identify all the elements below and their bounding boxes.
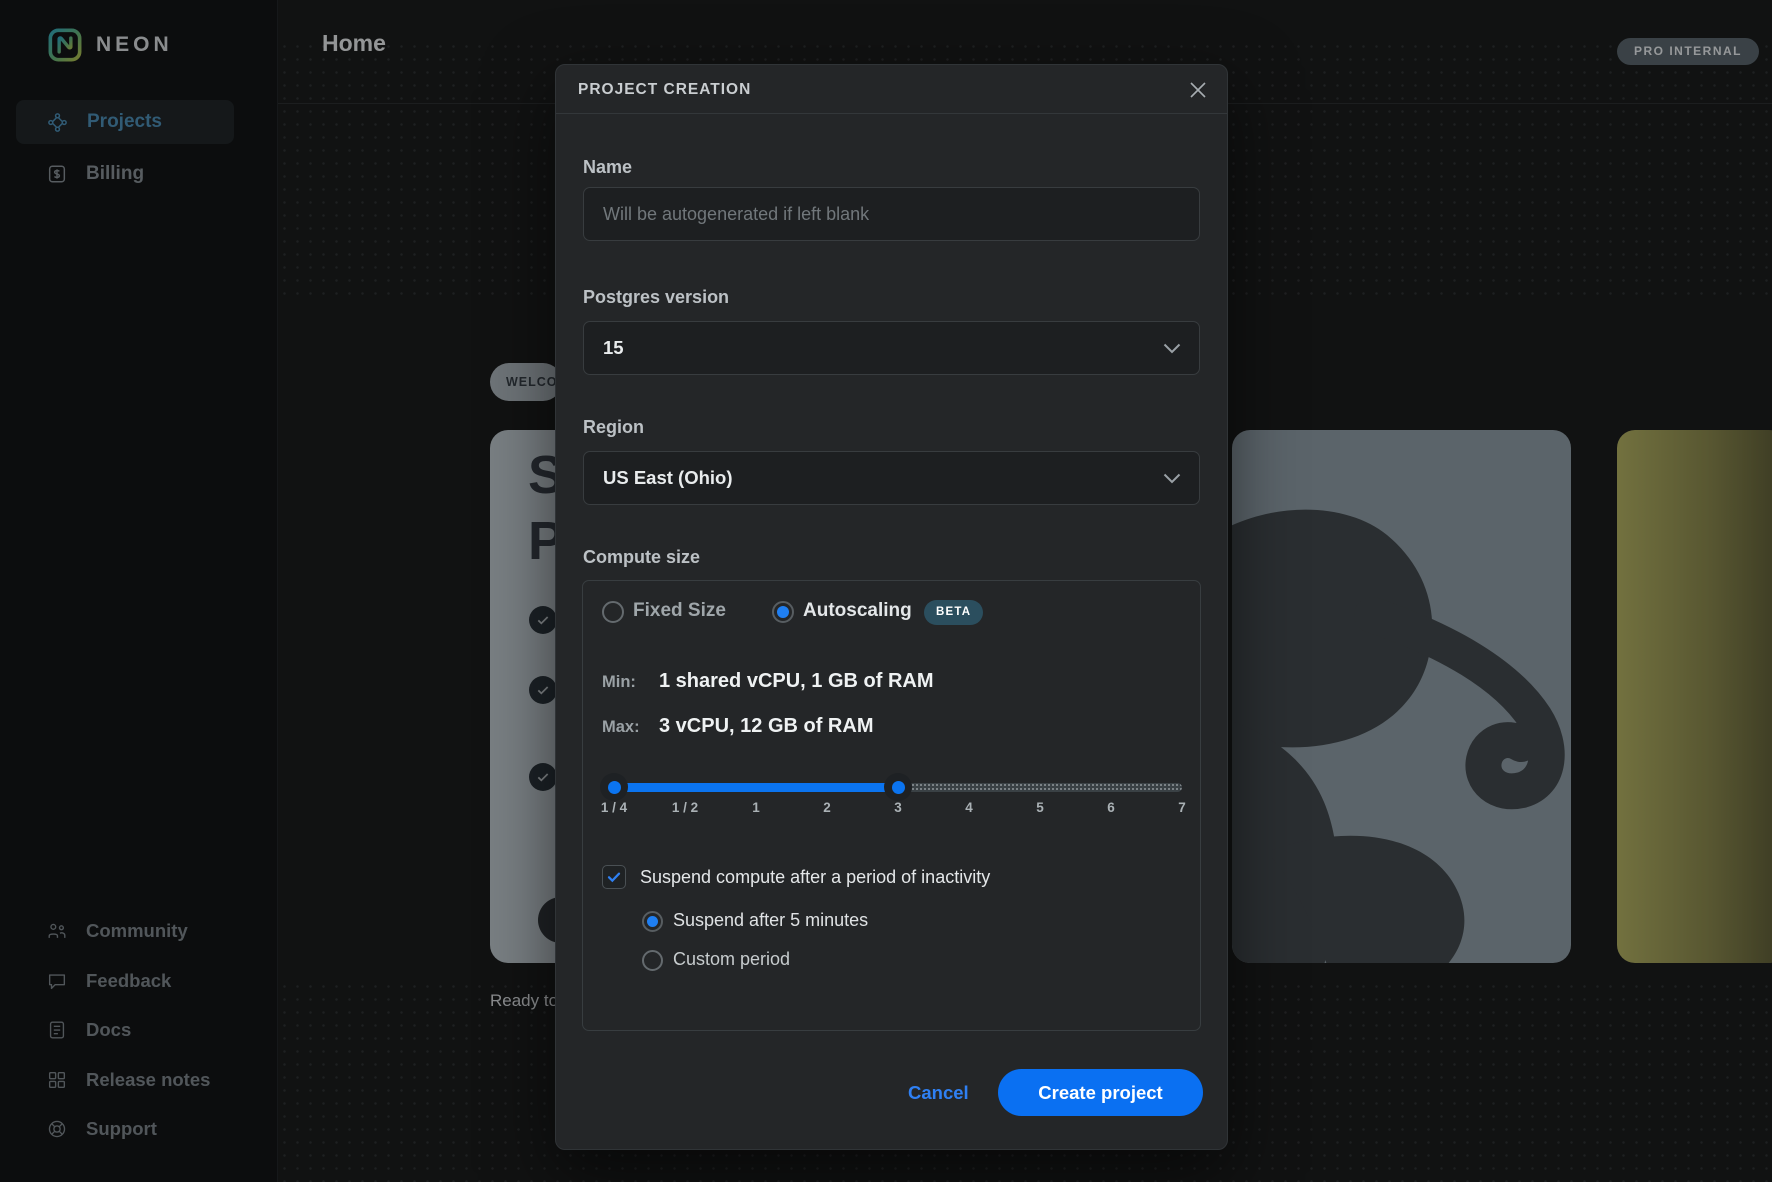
compute-slider-fill [614,783,899,792]
cancel-button[interactable]: Cancel [908,1069,969,1116]
close-icon[interactable] [1185,77,1211,103]
fixed-size-radio[interactable] [602,601,624,623]
suspend-5min-label: Suspend after 5 minutes [673,910,868,931]
autoscaling-radio[interactable] [772,601,794,623]
custom-period-radio[interactable] [642,950,663,971]
slider-handle-max[interactable] [884,773,912,801]
region-value: US East (Ohio) [603,452,733,504]
slider-tick: 1 / 4 [601,800,627,815]
min-label: Min: [602,673,636,692]
compute-size-panel: Fixed Size Autoscaling BETA Min: 1 share… [582,580,1201,1031]
slider-tick: 2 [823,800,831,815]
create-project-button[interactable]: Create project [998,1069,1203,1116]
slider-handle-min[interactable] [600,773,628,801]
autoscaling-label: Autoscaling [803,600,912,622]
slider-tick: 1 / 2 [672,800,698,815]
min-value: 1 shared vCPU, 1 GB of RAM [659,670,934,693]
project-creation-modal: PROJECT CREATION Name Postgres version 1… [555,64,1228,1150]
slider-tick: 7 [1178,800,1186,815]
max-label: Max: [602,718,640,737]
region-label: Region [583,417,644,438]
postgres-version-select[interactable]: 15 [583,321,1200,375]
slider-tick: 6 [1107,800,1115,815]
custom-period-label: Custom period [673,949,790,970]
suspend-checkbox-label: Suspend compute after a period of inacti… [640,867,990,888]
project-name-input[interactable] [583,187,1200,241]
modal-header: PROJECT CREATION [556,65,1227,114]
suspend-checkbox[interactable] [602,865,626,889]
slider-tick: 1 [752,800,760,815]
suspend-5min-radio[interactable] [642,911,663,932]
slider-tick: 3 [894,800,902,815]
postgres-version-value: 15 [603,322,624,374]
beta-badge: BETA [924,600,983,625]
max-value: 3 vCPU, 12 GB of RAM [659,715,873,738]
slider-tick: 4 [965,800,973,815]
chevron-down-icon [1163,343,1181,354]
compute-size-label: Compute size [583,547,700,568]
region-select[interactable]: US East (Ohio) [583,451,1200,505]
chevron-down-icon [1163,473,1181,484]
slider-tick: 5 [1036,800,1044,815]
name-label: Name [583,157,632,178]
modal-title: PROJECT CREATION [578,65,751,114]
postgres-version-label: Postgres version [583,287,729,308]
fixed-size-label: Fixed Size [633,600,726,622]
compute-slider-rest [899,783,1182,792]
app-root: NEON Projects Billing [0,0,1772,1182]
